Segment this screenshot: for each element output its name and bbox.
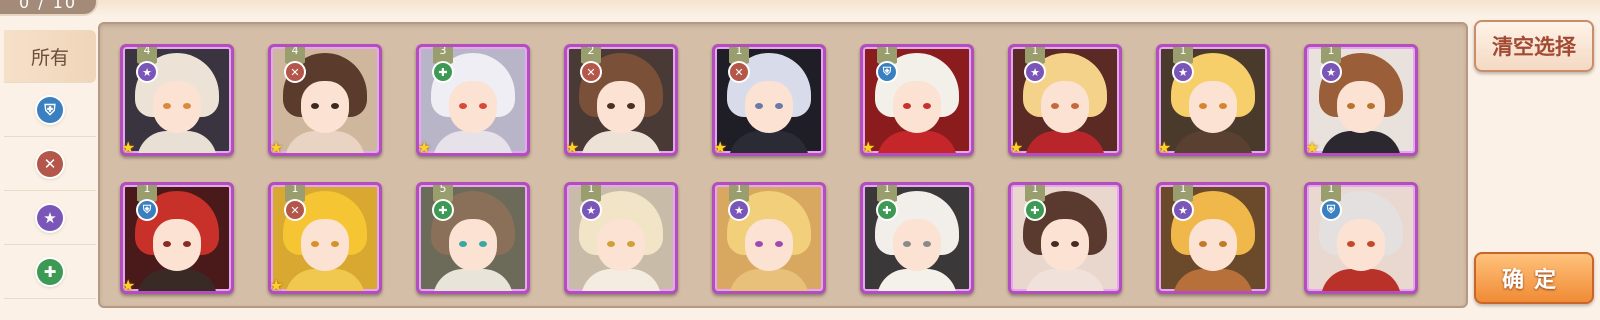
character-card[interactable]: 1 ★ ★ [1156,44,1270,156]
rarity-star-icon: ★ [121,276,136,294]
filter-all-label: 所有 [30,46,69,69]
character-card[interactable]: 2 ✕ ★ [564,44,678,156]
filter-support[interactable]: ✚ [4,246,96,299]
attack-class-icon: ✕ [582,63,600,81]
star-icon: ★ [37,205,63,231]
support-class-icon: ✚ [1026,201,1044,219]
support-class-icon: ✚ [434,201,452,219]
rarity-star-icon: ★ [1157,138,1172,156]
character-card[interactable]: 1 ★ ★ [1304,44,1418,156]
character-card[interactable]: 1 ✚ [860,182,974,294]
character-card[interactable]: 5 ✚ [416,182,530,294]
rarity-star-icon: ★ [565,138,580,156]
clear-selection-button[interactable]: 清空选择 [1474,20,1594,72]
plus-icon: ✚ [37,259,63,285]
filter-magic[interactable]: ★ [4,192,96,245]
filter-attack[interactable]: ✕ [4,138,96,191]
rarity-star-icon: ★ [1009,138,1024,156]
magic-class-icon: ★ [1174,63,1192,81]
character-card[interactable]: 4 ★ ★ [120,44,234,156]
rarity-star-icon: ★ [861,138,876,156]
filter-defense[interactable]: ⛨ [4,84,96,137]
character-card[interactable]: 1 ⛨ ★ [860,44,974,156]
magic-class-icon: ★ [582,201,600,219]
character-grid-panel: 4 ★ ★ 4 ✕ ★ 3 ✚ ★ 2 ✕ ★ 1 ✕ ★ 1 ⛨ ★ 1 ★ ★ 1 ★ ★ 1 ★ ★ 1 ⛨ ★ 1 ✕ ★ 5 ✚ 1 ★ 1 ★ 1… [98,22,1468,308]
character-card[interactable]: 1 ⛨ [1304,182,1418,294]
defense-class-icon: ⛨ [878,63,896,81]
swords-icon: ✕ [37,151,63,177]
rarity-star-icon: ★ [269,276,284,294]
character-card[interactable]: 1 ✚ [1008,182,1122,294]
rarity-star-icon: ★ [1305,138,1320,156]
character-card[interactable]: 1 ★ [564,182,678,294]
class-filter-sidebar: 所有 ⛨ ✕ ★ ✚ [4,30,96,299]
support-class-icon: ✚ [878,201,896,219]
support-class-icon: ✚ [434,63,452,81]
character-card[interactable]: 1 ✕ ★ [712,44,826,156]
rarity-star-icon: ★ [121,138,136,156]
character-card[interactable]: 1 ★ [1156,182,1270,294]
attack-class-icon: ✕ [286,201,304,219]
rarity-star-icon: ★ [713,138,728,156]
confirm-button[interactable]: 确定 [1474,252,1594,304]
magic-class-icon: ★ [1026,63,1044,81]
defense-class-icon: ⛨ [138,201,156,219]
character-card[interactable]: 1 ⛨ ★ [120,182,234,294]
character-card[interactable]: 4 ✕ ★ [268,44,382,156]
filter-all[interactable]: 所有 [4,30,96,83]
defense-class-icon: ⛨ [1322,201,1340,219]
magic-class-icon: ★ [1322,63,1340,81]
character-card[interactable]: 3 ✚ ★ [416,44,530,156]
magic-class-icon: ★ [138,63,156,81]
character-card[interactable]: 1 ★ ★ [1008,44,1122,156]
shield-icon: ⛨ [37,97,63,123]
selection-counter: 0 / 10 [0,0,98,16]
top-strip [0,0,1600,16]
rarity-star-icon: ★ [417,138,432,156]
magic-class-icon: ★ [730,201,748,219]
attack-class-icon: ✕ [730,63,748,81]
character-card[interactable]: 1 ★ [712,182,826,294]
magic-class-icon: ★ [1174,201,1192,219]
character-grid: 4 ★ ★ 4 ✕ ★ 3 ✚ ★ 2 ✕ ★ 1 ✕ ★ 1 ⛨ ★ 1 ★ ★ 1 ★ ★ 1 ★ ★ 1 ⛨ ★ 1 ✕ ★ 5 ✚ 1 ★ 1 ★ 1… [100,24,1466,306]
character-card[interactable]: 1 ✕ ★ [268,182,382,294]
rarity-star-icon: ★ [269,138,284,156]
attack-class-icon: ✕ [286,63,304,81]
